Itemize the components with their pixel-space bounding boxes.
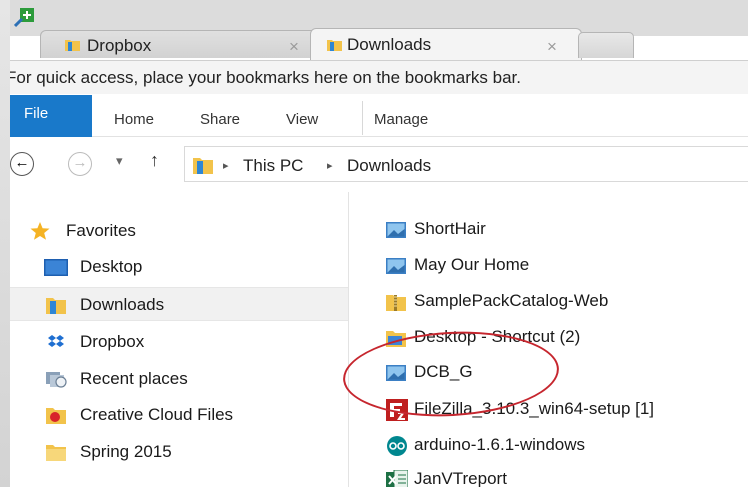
dropbox-icon — [48, 335, 64, 347]
zip-folder-icon — [386, 295, 406, 311]
nav-item-downloads[interactable]: Downloads — [10, 287, 348, 321]
recent-places-icon — [46, 372, 67, 388]
breadcrumb-separator-icon: ▸ — [327, 160, 333, 172]
nav-item-label: Favorites — [66, 221, 136, 240]
image-file-icon — [386, 222, 406, 238]
ribbon: File Home Share View Manage — [10, 95, 748, 137]
back-button[interactable]: ← — [10, 152, 34, 176]
tab-label: Dropbox — [87, 36, 152, 55]
tab-dropbox[interactable]: Dropbox × — [40, 30, 320, 58]
file-item-shorthair[interactable]: ShortHair — [386, 216, 746, 246]
nav-item-favorites[interactable]: Favorites — [10, 214, 348, 248]
nav-item-dropbox[interactable]: Dropbox — [10, 325, 348, 359]
folder-icon — [65, 40, 80, 51]
file-item-label: SamplePackCatalog-Web — [414, 291, 609, 310]
nav-item-label: Creative Cloud Files — [80, 405, 234, 424]
recent-locations-icon[interactable]: ▾ — [116, 153, 123, 169]
nav-item-label: Desktop — [80, 257, 143, 276]
up-button[interactable]: ↑ — [150, 150, 159, 171]
desktop-icon — [44, 259, 68, 276]
nav-item-label: Recent places — [80, 369, 188, 388]
address-row: ← → ▾ ↑ ▸ This PC ▸ Downloads — [10, 138, 748, 190]
file-item-may-our-home[interactable]: May Our Home — [386, 252, 746, 282]
breadcrumb-downloads[interactable]: Downloads — [347, 156, 431, 176]
nav-item-label: Dropbox — [80, 332, 145, 351]
file-item-label: JanVTreport — [414, 469, 507, 487]
address-bar[interactable]: ▸ This PC ▸ Downloads — [184, 146, 748, 182]
forward-button[interactable]: → — [68, 152, 92, 176]
creative-cloud-icon — [46, 408, 66, 424]
excel-icon — [386, 470, 408, 487]
browser-window: Dropbox × Downloads × For quick access, … — [10, 0, 748, 487]
ribbon-divider — [362, 101, 363, 135]
file-item-samplepackcatalog-web[interactable]: SamplePackCatalog-Web — [386, 288, 746, 318]
nav-item-recent-places[interactable]: Recent places — [10, 362, 348, 396]
ribbon-tab-share[interactable]: Share — [200, 111, 240, 128]
arduino-icon — [387, 436, 407, 456]
ribbon-tab-home[interactable]: Home — [114, 111, 154, 128]
nav-item-desktop[interactable]: Desktop — [10, 250, 348, 284]
nav-item-creative-cloud-files[interactable]: Creative Cloud Files — [10, 398, 348, 432]
folder-icon — [46, 445, 66, 461]
folder-icon — [327, 40, 342, 51]
ribbon-tab-view[interactable]: View — [286, 111, 318, 128]
tab-downloads[interactable]: Downloads × — [310, 28, 582, 60]
file-item-label: ShortHair — [414, 219, 486, 238]
new-tab-button[interactable] — [578, 32, 634, 58]
nav-item-label: Spring 2015 — [80, 442, 172, 461]
file-item-label: May Our Home — [414, 255, 530, 274]
file-item-arduino[interactable]: arduino-1.6.1-windows — [386, 432, 746, 462]
bookmark-bar: For quick access, place your bookmarks h… — [10, 60, 748, 94]
tab-close-icon[interactable]: × — [547, 37, 557, 57]
tab-close-icon[interactable]: × — [289, 37, 299, 57]
breadcrumb-this-pc[interactable]: This PC — [243, 156, 303, 176]
nav-item-label: Downloads — [80, 295, 165, 314]
breadcrumb-separator-icon: ▸ — [223, 160, 229, 172]
bookmark-bar-hint: For quick access, place your bookmarks h… — [10, 68, 521, 87]
pane-divider[interactable] — [348, 192, 349, 487]
tab-label: Downloads — [347, 35, 432, 54]
star-icon — [30, 222, 50, 240]
image-file-icon — [386, 258, 406, 274]
file-item-label: arduino-1.6.1-windows — [414, 435, 586, 454]
new-window-icon[interactable] — [14, 6, 36, 28]
downloads-folder-icon — [46, 298, 66, 314]
downloads-folder-icon — [193, 158, 213, 174]
ribbon-tab-file[interactable]: File — [10, 95, 92, 137]
nav-item-spring-2015[interactable]: Spring 2015 — [10, 435, 348, 469]
file-item-janvtreport[interactable]: JanVTreport — [386, 466, 746, 487]
ribbon-tab-manage[interactable]: Manage — [374, 111, 428, 128]
